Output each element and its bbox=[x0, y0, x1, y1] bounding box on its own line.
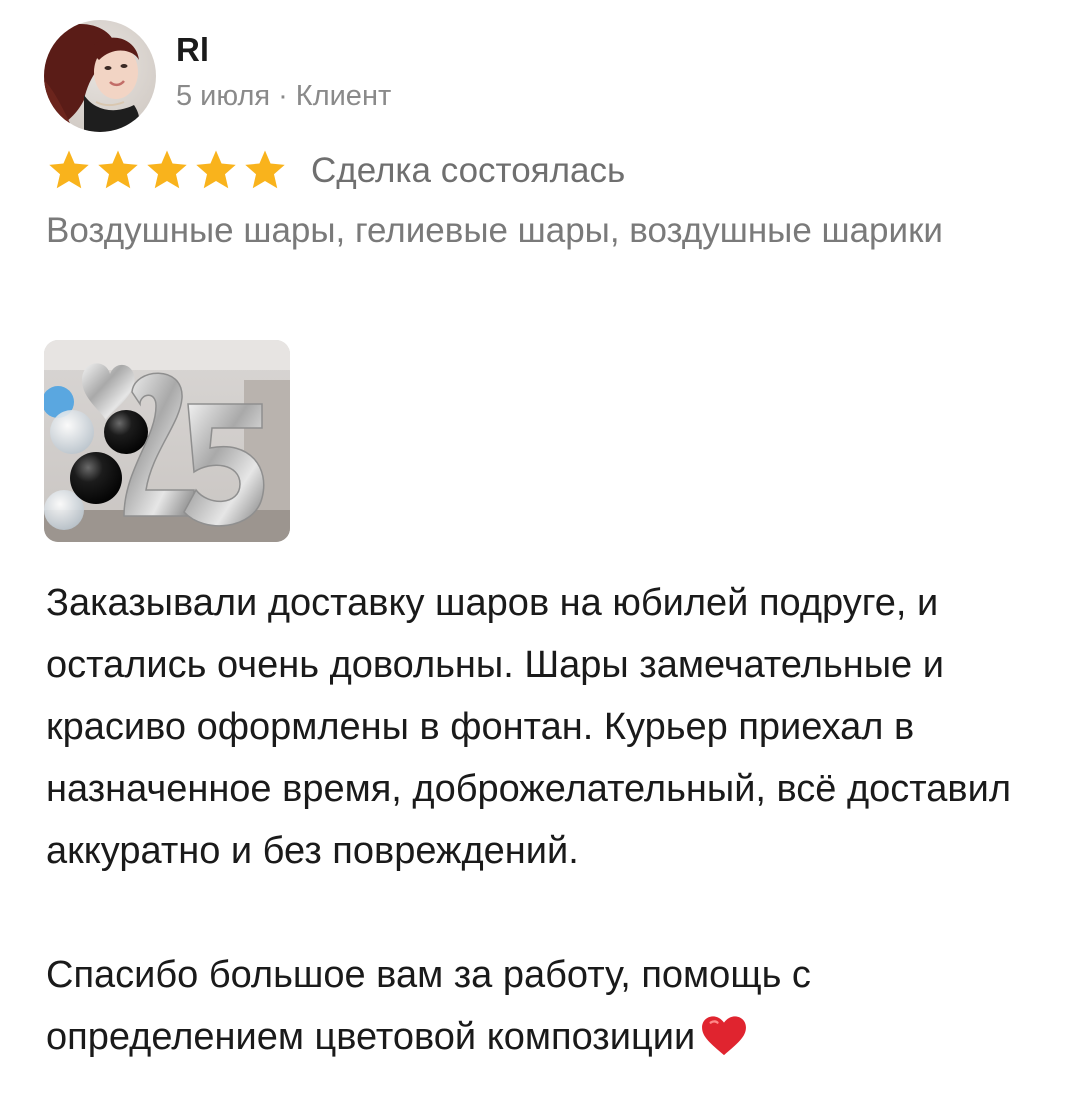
balloons-photo-icon bbox=[44, 340, 290, 542]
heart-icon bbox=[702, 1016, 747, 1056]
review-categories: Воздушные шары, гелиевые шары, воздушные… bbox=[46, 211, 943, 250]
author-info: Rl 5 июля · Клиент bbox=[176, 30, 391, 116]
author-name[interactable]: Rl bbox=[176, 30, 391, 70]
review-paragraph-closing: Спасибо большое вам за работу, помощь с … bbox=[46, 944, 1046, 1068]
star-icon bbox=[98, 150, 138, 189]
author-role: Клиент bbox=[295, 80, 392, 112]
review-header: Rl 5 июля · Клиент bbox=[44, 20, 391, 132]
review-body: Заказывали доставку шаров на юбилей подр… bbox=[46, 572, 1046, 1068]
star-icon bbox=[196, 150, 236, 189]
avatar-photo bbox=[44, 20, 156, 132]
review-paragraph: Заказывали доставку шаров на юбилей подр… bbox=[46, 582, 1011, 872]
review-meta: 5 июля · Клиент bbox=[176, 76, 391, 116]
star-rating bbox=[46, 149, 291, 193]
review-paragraph-text: Спасибо большое вам за работу, помощь с … bbox=[46, 954, 811, 1058]
review-date: 5 июля bbox=[176, 80, 271, 112]
avatar[interactable] bbox=[44, 20, 156, 132]
star-icon bbox=[245, 150, 285, 189]
star-icon bbox=[147, 150, 187, 189]
star-icon bbox=[49, 150, 89, 189]
meta-separator: · bbox=[278, 80, 288, 112]
rating-row: Сделка состоялась bbox=[46, 148, 625, 194]
deal-status: Сделка состоялась bbox=[311, 151, 626, 190]
review-photo[interactable] bbox=[44, 340, 290, 542]
